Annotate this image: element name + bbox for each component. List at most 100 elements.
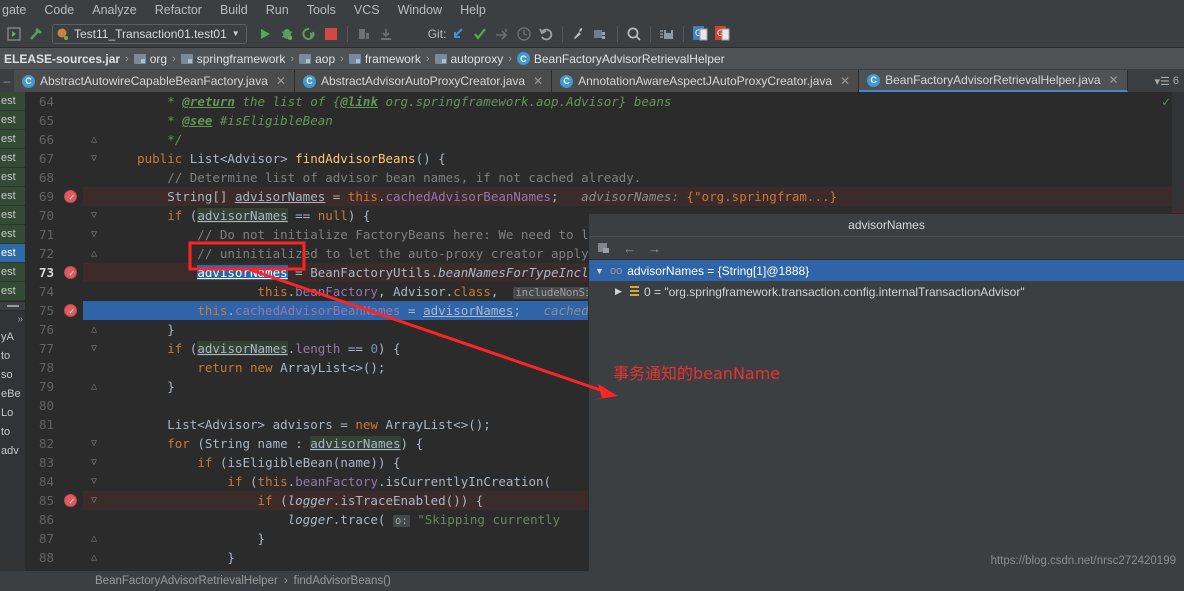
chevron-down-icon[interactable]: ▼ [232,29,240,38]
breakpoint-gutter[interactable] [61,396,83,415]
bottom-breadcrumb-class[interactable]: BeanFactoryAdvisorRetrievalHelper [95,575,278,587]
debug-variable-item[interactable]: to [0,347,25,366]
breadcrumb-item-class[interactable]: C BeanFactoryAdvisorRetrievalHelper [513,52,729,66]
breakpoint-gutter[interactable] [61,510,83,529]
menu-item-analyze[interactable]: Analyze [83,1,145,19]
code-line[interactable]: 68 // Determine list of advisor bean nam… [25,168,1184,187]
settings-wrench-icon[interactable] [569,24,589,44]
menu-item-help[interactable]: Help [451,1,495,19]
forward-arrow-icon[interactable]: → [648,241,661,256]
breakpoint-icon[interactable] [64,303,77,322]
breadcrumb-item-autoproxy[interactable]: autoproxy [431,52,508,66]
breakpoint-gutter[interactable] [61,548,83,567]
breadcrumb-item-framework[interactable]: framework [345,52,425,66]
debug-variable-item[interactable]: yA [0,328,25,347]
expand-triangle-icon[interactable]: ▶ [615,286,625,297]
fold-gutter[interactable] [83,415,105,434]
menu-item-code[interactable]: Code [35,1,83,19]
fold-gutter[interactable]: △ [83,244,105,263]
fold-gutter[interactable] [83,358,105,377]
project-structure-icon[interactable] [591,24,611,44]
back-arrow-icon[interactable]: ← [623,241,636,256]
debug-variable-item[interactable]: to [0,423,25,442]
red-doc-icon[interactable]: G [712,24,732,44]
fold-gutter[interactable] [83,263,105,282]
fold-gutter[interactable]: ▽ [83,434,105,453]
breakpoint-gutter[interactable] [61,225,83,244]
run-with-coverage-icon[interactable] [299,24,319,44]
bottom-breadcrumb-method[interactable]: findAdvisorBeans() [294,575,391,587]
fold-gutter[interactable]: ▽ [83,339,105,358]
breakpoint-gutter[interactable] [61,244,83,263]
breakpoint-gutter[interactable] [61,187,83,208]
debug-frame-item[interactable]: est [0,168,25,187]
debug-variable-item[interactable]: Lo [0,404,25,423]
fold-gutter[interactable]: ▽ [83,206,105,225]
debug-variable-item[interactable]: so [0,366,25,385]
profile-icon[interactable] [354,24,374,44]
breadcrumb-item-org[interactable]: org [130,52,171,66]
close-icon[interactable]: ✕ [276,74,286,88]
git-commit-check-icon[interactable] [470,24,490,44]
breakpoint-gutter[interactable] [61,491,83,512]
variable-row-advisor-names[interactable]: ▼ oo advisorNames = {String[1]@1888} [589,260,1184,281]
bottom-breadcrumb[interactable]: BeanFactoryAdvisorRetrievalHelper › find… [95,575,391,587]
menu-item-tools[interactable]: Tools [298,1,345,19]
code-line[interactable]: 66 △ */ [25,130,1184,149]
breakpoint-gutter[interactable] [61,282,83,301]
close-icon[interactable]: ✕ [840,74,850,88]
fold-gutter[interactable]: △ [83,320,105,339]
fold-gutter[interactable]: △ [83,377,105,396]
fold-gutter[interactable]: △ [83,548,105,567]
breadcrumb-item-aop[interactable]: aop [295,52,339,66]
tab-abstract-autowire-capable-bean-factory[interactable]: C AbstractAutowireCapableBeanFactory.jav… [14,70,295,92]
debug-frame-item[interactable]: est [0,225,25,244]
debug-icon[interactable] [277,24,297,44]
tab-abstract-advisor-auto-proxy-creator[interactable]: C AbstractAdvisorAutoProxyCreator.java ✕ [294,70,553,92]
fold-gutter[interactable]: ▽ [83,453,105,472]
debug-frame-item[interactable]: est [0,92,25,111]
tab-annotation-aware-aspectj-auto-proxy-creator[interactable]: C AnnotationAwareAspectJAutoProxyCreator… [552,70,860,92]
run-configuration-selector[interactable]: Test11_Transaction01.test01 ▼ [52,23,247,44]
import-icon[interactable] [376,24,396,44]
debug-frame-item[interactable]: est [0,263,25,282]
fold-gutter[interactable] [83,510,105,529]
fold-gutter[interactable] [83,111,105,130]
breakpoint-gutter[interactable] [61,358,83,377]
blue-doc-icon[interactable]: G [690,24,710,44]
fold-gutter[interactable] [83,396,105,415]
close-icon[interactable]: ✕ [1109,73,1119,87]
breakpoint-gutter[interactable] [61,149,83,168]
expand-strip-icon[interactable]: » [0,311,25,328]
fold-gutter[interactable] [83,168,105,187]
build-hammer-icon[interactable] [26,24,46,44]
fold-gutter[interactable]: ▽ [83,472,105,491]
debug-frame-item[interactable]: est [0,111,25,130]
fold-gutter[interactable] [83,301,105,320]
breakpoint-gutter[interactable] [61,434,83,453]
tab-bean-factory-advisor-retrieval-helper[interactable]: C BeanFactoryAdvisorRetrievalHelper.java… [859,70,1128,92]
breakpoint-gutter[interactable] [61,567,83,571]
inspection-status-icon[interactable]: ✓ [1162,95,1170,110]
breakpoint-gutter[interactable] [61,415,83,434]
debug-frame-item[interactable]: est [0,130,25,149]
breakpoint-gutter[interactable] [61,320,83,339]
fold-gutter[interactable]: △ [83,130,105,149]
breakpoint-icon[interactable] [64,493,77,512]
debug-variable-item[interactable]: eBe [0,385,25,404]
close-icon[interactable]: ✕ [533,74,543,88]
tab-overflow-button[interactable]: ▾☰ 6 [1149,70,1184,92]
fold-gutter[interactable] [83,282,105,301]
breakpoint-gutter[interactable] [61,529,83,548]
breakpoint-icon[interactable] [64,189,77,208]
fold-gutter[interactable]: ▽ [83,491,105,510]
debug-frame-item[interactable]: est [0,282,25,301]
menu-item-navigate[interactable]: gate [0,1,35,19]
project-toggle-icon[interactable] [4,24,24,44]
breakpoint-gutter[interactable] [61,263,83,284]
debug-frames-strip[interactable]: est est est est est est est est est est est» yA to so… [0,92,25,571]
git-revert-icon[interactable] [536,24,556,44]
code-line[interactable]: 67 ▽ public List<Advisor> findAdvisorBean… [25,149,1184,168]
breakpoint-gutter[interactable] [61,168,83,187]
breakpoint-gutter[interactable] [61,206,83,225]
